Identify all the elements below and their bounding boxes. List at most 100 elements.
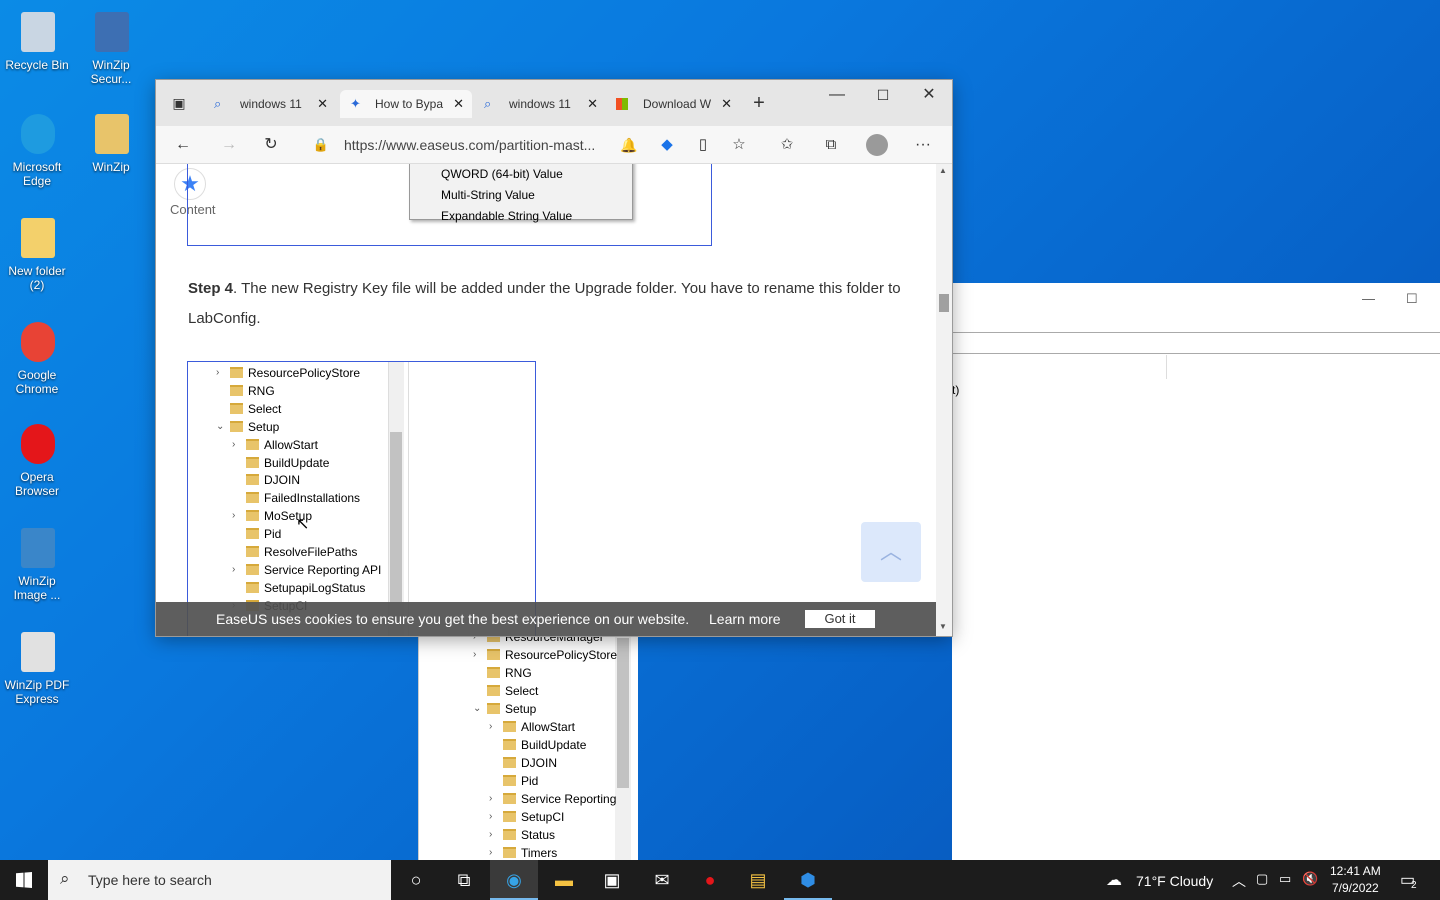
store-icon[interactable]: ▣ bbox=[588, 860, 636, 900]
chevron-right-icon[interactable]: › bbox=[232, 561, 244, 579]
search-box[interactable]: ⌕ Type here to search bbox=[48, 860, 391, 900]
network-icon[interactable]: ▭ bbox=[1279, 871, 1291, 887]
step-label: Step 4 bbox=[188, 280, 234, 297]
cortana-icon[interactable]: ○ bbox=[392, 860, 440, 900]
tab-actions-icon[interactable]: ▣ bbox=[168, 92, 190, 114]
volume-muted-icon[interactable]: 🔇 bbox=[1302, 871, 1318, 887]
desktop-icon-label: WinZip PDF Express bbox=[4, 678, 70, 706]
chevron-up-icon[interactable]: ︿ bbox=[1232, 871, 1246, 891]
tree-scroll-thumb[interactable] bbox=[390, 432, 402, 602]
scroll-down-icon[interactable]: ▼ bbox=[939, 622, 947, 631]
chevron-right-icon[interactable]: › bbox=[232, 436, 244, 454]
desktop-icon[interactable]: New folder (2) bbox=[0, 214, 74, 292]
minimize-icon[interactable]: — bbox=[826, 84, 848, 106]
chevron-right-icon[interactable]: › bbox=[489, 790, 501, 808]
edge-taskbar-icon[interactable]: ◉ bbox=[490, 860, 538, 900]
mail-icon[interactable]: ✉ bbox=[638, 860, 686, 900]
more-icon[interactable]: ··· bbox=[912, 134, 934, 156]
new-tab-button[interactable]: + bbox=[748, 92, 770, 114]
desktop-icon[interactable]: Microsoft Edge bbox=[0, 110, 74, 188]
clock-date[interactable]: 7/9/2022 bbox=[1332, 881, 1379, 895]
desktop-icon[interactable]: Google Chrome bbox=[0, 318, 74, 396]
folder-icon bbox=[487, 649, 500, 660]
minimize-icon[interactable]: — bbox=[1362, 291, 1375, 306]
folder-icon bbox=[246, 492, 259, 504]
back-icon[interactable]: ← bbox=[172, 134, 194, 156]
desktop-icon[interactable]: WinZip PDF Express bbox=[0, 628, 74, 706]
task-view-icon[interactable]: ⧉ bbox=[440, 860, 488, 900]
tab-download[interactable]: Download W ✕ bbox=[608, 90, 740, 118]
close-icon[interactable]: ✕ bbox=[587, 90, 598, 118]
browser-toolbar: ← → ↻ 🔒 https://www.easeus.com/partition… bbox=[156, 126, 952, 164]
start-button[interactable] bbox=[0, 860, 48, 900]
scroll-thumb[interactable] bbox=[939, 294, 949, 312]
chevron-down-icon[interactable]: ⌄ bbox=[216, 418, 228, 436]
learn-more-link[interactable]: Learn more bbox=[709, 602, 781, 636]
tree-item-label: Setup bbox=[248, 419, 280, 434]
reader-icon[interactable]: ▯ bbox=[692, 134, 714, 156]
chevron-down-icon[interactable]: ⌄ bbox=[473, 700, 485, 718]
winzip-taskbar-icon[interactable]: ▤ bbox=[734, 860, 782, 900]
search-icon: ⌕ bbox=[60, 869, 70, 888]
menu-item[interactable]: QWORD (64-bit) Value bbox=[441, 165, 563, 183]
favorites-icon[interactable]: ✩ bbox=[776, 134, 798, 156]
chevron-right-icon[interactable]: › bbox=[489, 826, 501, 844]
got-it-button[interactable]: Got it bbox=[805, 610, 875, 628]
address-bar[interactable]: https://www.easeus.com/partition-mast... bbox=[344, 130, 604, 160]
tree-item-label: Setup bbox=[505, 702, 537, 716]
cloud-icon[interactable]: ☁ bbox=[1106, 870, 1122, 890]
taskbar: ⌕ Type here to search ○ ⧉ ◉ ▬ ▣ ✉ ● ▤ ⬢ … bbox=[0, 860, 1440, 900]
chevron-right-icon[interactable]: › bbox=[489, 808, 501, 826]
tree-item-label: BuildUpdate bbox=[521, 738, 587, 752]
menu-item[interactable]: Expandable String Value bbox=[441, 207, 572, 225]
coupon-icon[interactable]: ◆ bbox=[656, 134, 678, 156]
close-icon[interactable]: ✕ bbox=[721, 90, 732, 118]
desktop-icon[interactable]: Recycle Bin bbox=[0, 8, 74, 72]
file-explorer-icon[interactable]: ▬ bbox=[540, 860, 588, 900]
close-icon[interactable]: ✕ bbox=[453, 90, 464, 118]
close-icon[interactable]: ✕ bbox=[317, 90, 328, 118]
tracking-icon[interactable]: 🔔 bbox=[618, 134, 640, 156]
desktop-icon-label: Microsoft Edge bbox=[12, 160, 62, 188]
scroll-up-icon[interactable]: ▲ bbox=[939, 166, 947, 175]
chevron-right-icon[interactable]: › bbox=[489, 844, 501, 860]
refresh-icon[interactable]: ↻ bbox=[260, 134, 282, 156]
folder-icon bbox=[230, 420, 243, 432]
chevron-right-icon[interactable]: › bbox=[216, 364, 228, 382]
weather-text[interactable]: 71°F Cloudy bbox=[1136, 873, 1213, 889]
winzip-icon bbox=[87, 110, 135, 158]
tab-easeus[interactable]: ✦ How to Bypa ✕ bbox=[340, 90, 472, 118]
desktop-icon-label: Opera Browser bbox=[14, 470, 59, 498]
desktop-icon[interactable]: WinZip bbox=[74, 110, 148, 174]
tab-search-2[interactable]: ⌕ windows 11 ✕ bbox=[474, 90, 606, 118]
desktop-icon[interactable]: WinZip Image ... bbox=[0, 524, 74, 602]
chevron-right-icon[interactable]: › bbox=[473, 646, 485, 664]
chevron-right-icon[interactable]: › bbox=[232, 507, 244, 525]
collections-icon[interactable]: ⧉ bbox=[820, 134, 842, 156]
lock-icon[interactable]: 🔒 bbox=[310, 134, 332, 156]
maximize-icon[interactable]: ☐ bbox=[1406, 291, 1418, 307]
regedit-taskbar-icon[interactable]: ⬢ bbox=[784, 860, 832, 900]
tab-label: windows 11 bbox=[509, 97, 571, 111]
profile-avatar[interactable] bbox=[866, 134, 888, 156]
tab-search-1[interactable]: ⌕ windows 11 ✕ bbox=[204, 90, 336, 118]
edge-icon bbox=[13, 110, 61, 158]
back-to-top-button[interactable]: ︿ bbox=[861, 522, 921, 582]
desktop-icon[interactable]: WinZip Secur... bbox=[74, 8, 148, 86]
close-window-icon[interactable]: ✕ bbox=[918, 84, 940, 106]
tab-label: How to Bypa bbox=[375, 97, 444, 111]
chevron-right-icon[interactable]: › bbox=[473, 636, 485, 646]
clock-time[interactable]: 12:41 AM bbox=[1330, 864, 1381, 878]
tree-item-label: ResolveFilePaths bbox=[264, 545, 358, 559]
menu-item[interactable]: Multi-String Value bbox=[441, 186, 535, 204]
add-favorite-icon[interactable]: ☆ bbox=[728, 134, 750, 156]
desktop-icon[interactable]: Opera Browser bbox=[0, 420, 74, 498]
url-text: https://www.easeus.com/partition-mast... bbox=[344, 137, 596, 153]
maximize-icon[interactable]: ☐ bbox=[872, 84, 894, 106]
page-scrollbar[interactable]: ▲ ▼ bbox=[936, 164, 952, 636]
meet-now-icon[interactable]: ▢ bbox=[1256, 871, 1268, 887]
opera-taskbar-icon[interactable]: ● bbox=[686, 860, 734, 900]
folder-icon bbox=[487, 703, 500, 714]
forward-icon[interactable]: → bbox=[218, 134, 240, 156]
chevron-right-icon[interactable]: › bbox=[489, 718, 501, 736]
